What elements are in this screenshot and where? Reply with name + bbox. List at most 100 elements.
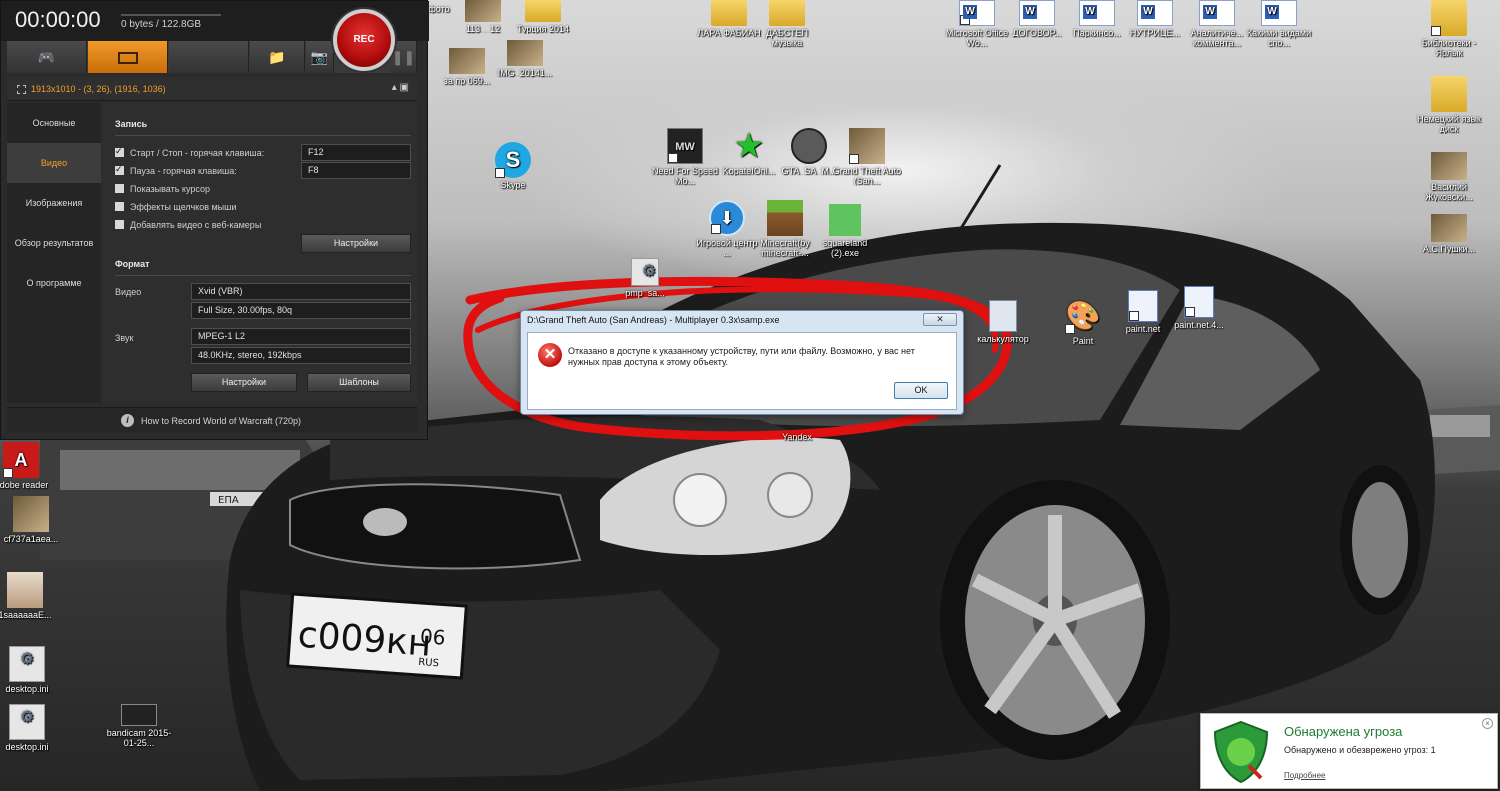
desktop-icon-libraries[interactable]: Библиотеки - Ярлык — [1414, 0, 1484, 58]
divider — [115, 135, 411, 136]
desktop-icon-dubstep[interactable]: ДАБСТЕП музыка — [752, 0, 822, 48]
audio-detail-field: 48.0KHz, stereo, 192kbps — [191, 347, 411, 364]
mouse-effects-row: Эффекты щелчков мыши — [115, 201, 236, 213]
screenshot-button[interactable]: 📷 — [306, 41, 334, 73]
mouse-effects-checkbox[interactable] — [115, 202, 124, 211]
show-cursor-label: Показывать курсор — [130, 184, 210, 194]
desktop-icon-pushkin[interactable]: А.С.Пушки... — [1414, 214, 1484, 254]
shortcut-arrow-icon — [668, 153, 678, 163]
desktop-icon-calculator[interactable]: калькулятор — [968, 300, 1038, 344]
tab-device-mode[interactable] — [169, 41, 249, 73]
desktop-icon-turkey-2014[interactable]: Турция 2014 — [508, 0, 578, 34]
desktop-icon-skype[interactable]: S Skype — [478, 142, 548, 190]
tab-game-mode[interactable]: 🎮 — [7, 41, 87, 73]
webcam-checkbox[interactable] — [115, 220, 124, 229]
desktop-icon-desktop-ini-1[interactable]: desktop.ini — [0, 646, 62, 694]
star-icon: ★ — [733, 127, 765, 165]
desktop-icon-label: Василий Жуковски... — [1425, 182, 1473, 202]
rec-button[interactable]: REC — [333, 9, 395, 71]
templates-button[interactable]: Шаблоны — [307, 373, 411, 392]
desktop-icon-label: Библиотеки - Ярлык — [1421, 38, 1477, 58]
video-codec-field: Xvid (VBR) — [191, 283, 411, 300]
pause-button[interactable]: ❚❚ — [391, 41, 417, 73]
folder-icon: 📁 — [268, 49, 286, 65]
desktop-icon-cf737a1aea[interactable]: cf737a1aea... — [0, 496, 66, 544]
desktop-icon-paintnet-4[interactable]: paint.net.4... — [1164, 286, 1234, 330]
tab-screen-mode[interactable] — [88, 41, 168, 73]
sidebar-item-video[interactable]: Видео — [7, 143, 101, 183]
word-document-icon — [1019, 0, 1055, 26]
start-stop-hotkey-field[interactable]: F12 — [301, 144, 411, 161]
show-cursor-checkbox[interactable] — [115, 184, 124, 193]
settings-file-icon — [9, 704, 45, 740]
download-arrow-icon: ⬇ — [709, 200, 745, 236]
close-icon[interactable]: × — [1482, 718, 1493, 729]
shortcut-arrow-icon — [1431, 26, 1441, 36]
desktop-icon-label: калькулятор — [977, 334, 1029, 344]
resolution-text: 1913x1010 - (3, 26), (1916, 1036) — [31, 84, 166, 94]
desktop-icon-yandex[interactable]: Yandex — [762, 432, 832, 442]
desktop-icon-squareland[interactable]: squareland (2).exe — [810, 204, 880, 258]
format-settings-button[interactable]: Настройки — [191, 373, 297, 392]
document-icon — [1431, 152, 1467, 180]
desktop-icon-pmp-sa[interactable]: pmp_sa... — [610, 258, 680, 298]
desktop-icon-img-2014[interactable]: IMG_20141... — [490, 40, 560, 78]
webcam-row: Добавлять видео с веб-камеры — [115, 219, 261, 231]
threat-details-link[interactable]: Подробнее — [1284, 771, 1326, 780]
desktop-icon-label: pmp_sa... — [625, 288, 665, 298]
dialog-close-button[interactable]: ✕ — [923, 313, 957, 326]
mouse-effects-label: Эффекты щелчков мыши — [130, 202, 237, 212]
photo-icon — [465, 0, 501, 22]
open-folder-button[interactable]: 📁 — [250, 41, 305, 73]
nfs-game-icon: MW — [667, 128, 703, 164]
photo-icon — [13, 496, 49, 532]
desktop-icon-analytics-comment[interactable]: Аналитиче... коммента... — [1182, 0, 1252, 48]
desktop-icon-zhukovsky[interactable]: Василий Жуковски... — [1414, 152, 1484, 202]
threat-title: Обнаружена угроза — [1284, 724, 1403, 739]
sidebar-item-images[interactable]: Изображения — [7, 183, 101, 223]
sidebar-item-about[interactable]: О программе — [7, 263, 101, 303]
record-settings-button[interactable]: Настройки — [301, 234, 411, 253]
sidebar-item-general[interactable]: Основные — [7, 103, 101, 143]
start-stop-label: Старт / Стоп - горячая клавиша: — [130, 148, 265, 158]
pause-hotkey-field[interactable]: F8 — [301, 162, 411, 179]
desktop-icon-label: IMG_20141... — [497, 68, 553, 78]
settings-file-icon — [9, 646, 45, 682]
svg-text:RUS: RUS — [418, 657, 439, 669]
desktop-icon-nutrition[interactable]: НУТРИЦЕ... — [1120, 0, 1190, 38]
word-document-icon — [959, 0, 995, 26]
paintnet-icon — [1128, 290, 1158, 322]
shortcut-arrow-icon — [3, 468, 13, 478]
sidebar-item-results[interactable]: Обзор результатов — [7, 223, 101, 263]
threat-notification: Обнаружена угроза Обнаружено и обезвреже… — [1200, 713, 1498, 789]
gta-icon — [849, 128, 885, 164]
desktop-icon-bandicam-video[interactable]: bandicam 2015-01-25... — [104, 704, 174, 748]
shortcut-arrow-icon — [1129, 311, 1139, 321]
shortcut-arrow-icon — [849, 154, 859, 164]
video-file-icon — [121, 704, 157, 726]
pause-checkbox[interactable] — [115, 163, 124, 175]
word-document-icon — [1261, 0, 1297, 26]
word-document-icon — [1199, 0, 1235, 26]
desktop-icon-sports[interactable]: Какими видами спо... — [1244, 0, 1314, 48]
folder-icon — [711, 0, 747, 26]
desktop-icon-nfs[interactable]: MW Need For Speed Mo... — [650, 128, 720, 186]
desktop-icon-german-disk[interactable]: Немецкий язык диск — [1414, 76, 1484, 134]
dialog-title: D:\Grand Theft Auto (San Andreas) - Mult… — [527, 315, 780, 325]
start-stop-checkbox[interactable] — [115, 145, 124, 157]
desktop-icon-gta-san-andreas[interactable]: Grand Theft Auto (San... — [832, 128, 902, 186]
file-size-bar — [121, 14, 221, 16]
window-controls[interactable]: ▴ ▣ — [392, 82, 409, 93]
document-icon — [1431, 214, 1467, 242]
desktop-icon-desktop-ini-2[interactable]: desktop.ini — [0, 704, 62, 752]
desktop-icon-adobe-reader[interactable]: A Adobe reader — [0, 442, 56, 490]
footer-tutorial-link[interactable]: How to Record World of Warcraft (720p) — [141, 416, 301, 426]
svg-text:ЕПА: ЕПА — [218, 495, 239, 506]
desktop-icon-label: Need For Speed Mo... — [651, 166, 719, 186]
photo-icon — [449, 48, 485, 74]
desktop-icon-label: desktop.ini — [5, 684, 49, 694]
word-document-icon — [1137, 0, 1173, 26]
region-select-icon[interactable] — [17, 85, 26, 94]
ok-button[interactable]: OK — [894, 382, 948, 399]
desktop-icon-1saaaaaae[interactable]: 1saaaaaaE... — [0, 572, 60, 620]
